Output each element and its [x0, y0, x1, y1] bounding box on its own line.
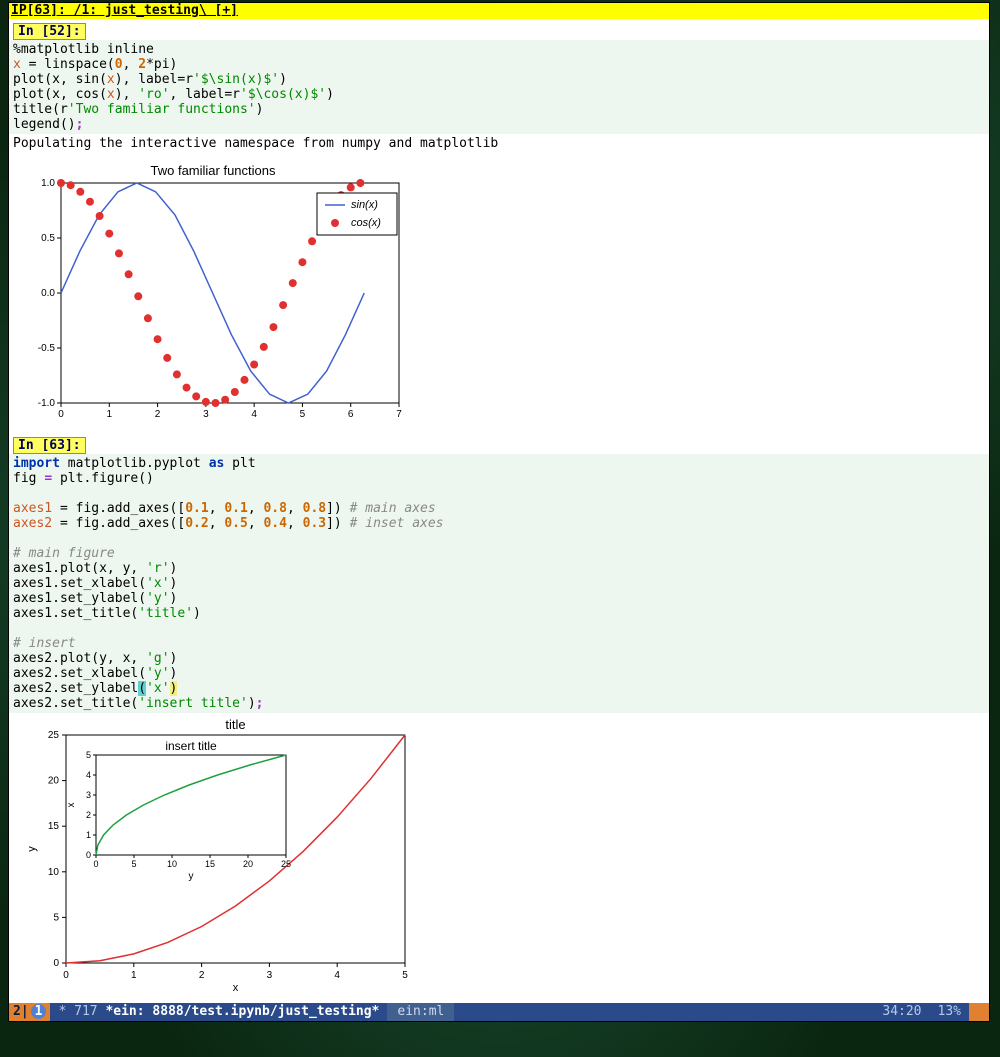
editor-frame: IP[63]: /1: just_testing\ [+] In [52]: %… — [8, 2, 990, 1022]
svg-text:2: 2 — [86, 810, 91, 820]
svg-text:4: 4 — [334, 970, 340, 981]
svg-text:0: 0 — [93, 859, 98, 869]
window-title: IP[63]: /1: just_testing\ [+] — [9, 3, 989, 19]
svg-text:10: 10 — [167, 859, 177, 869]
svg-text:3: 3 — [86, 790, 91, 800]
chart-two-familiar-functions: Two familiar functions 0 1 2 3 4 5 6 7 -1.0 -0.5 0.… — [19, 163, 407, 423]
svg-text:-1.0: -1.0 — [38, 398, 56, 409]
svg-text:15: 15 — [205, 859, 215, 869]
svg-text:1: 1 — [86, 830, 91, 840]
modeline-badge: 2|1 — [9, 1003, 50, 1021]
svg-text:0: 0 — [58, 409, 64, 420]
svg-text:0: 0 — [86, 850, 91, 860]
cell-prompt-52[interactable]: In [52]: — [13, 23, 86, 40]
cell-output-52: Populating the interactive namespace fro… — [9, 134, 989, 153]
svg-text:sin(x): sin(x) — [351, 199, 378, 211]
cursor: ( — [138, 681, 146, 696]
svg-text:5: 5 — [131, 859, 136, 869]
major-mode: ein:ml — [387, 1003, 454, 1021]
cursor-position: 34:20 — [874, 1003, 929, 1021]
svg-text:0: 0 — [53, 958, 59, 969]
svg-text:insert title: insert title — [165, 739, 217, 753]
cell-code-52[interactable]: %matplotlib inline x = linspace(0, 2*pi)… — [9, 40, 989, 134]
svg-text:-0.5: -0.5 — [38, 343, 56, 354]
chart-svg: Two familiar functions 0 1 2 3 4 5 6 7 -1.0 -0.5 0.… — [19, 163, 407, 423]
svg-text:15: 15 — [48, 821, 60, 832]
svg-text:3: 3 — [203, 409, 209, 420]
svg-text:cos(x): cos(x) — [351, 217, 381, 229]
svg-text:20: 20 — [243, 859, 253, 869]
code-line: %matplotlib inline — [13, 42, 154, 57]
chart-svg-2: title012345x0510152025yinsert title05101… — [21, 717, 419, 995]
svg-text:10: 10 — [48, 867, 60, 878]
svg-text:2: 2 — [199, 970, 205, 981]
svg-text:Two familiar functions: Two familiar functions — [151, 163, 276, 178]
chart-title-inset: title012345x0510152025yinsert title05101… — [21, 717, 419, 995]
svg-text:5: 5 — [300, 409, 306, 420]
svg-text:x: x — [233, 982, 239, 994]
svg-text:0.0: 0.0 — [41, 288, 55, 299]
buffer-name: *ein: 8888/test.ipynb/just_testing* — [105, 1004, 379, 1019]
svg-text:4: 4 — [251, 409, 257, 420]
svg-text:0: 0 — [63, 970, 69, 981]
svg-text:25: 25 — [281, 859, 291, 869]
cell-code-63[interactable]: import matplotlib.pyplot as plt fig = pl… — [9, 454, 989, 713]
svg-text:5: 5 — [53, 912, 59, 923]
scroll-percent: 13% — [930, 1003, 969, 1021]
svg-text:5: 5 — [86, 750, 91, 760]
svg-text:5: 5 — [402, 970, 408, 981]
svg-text:title: title — [225, 717, 245, 732]
svg-text:y: y — [189, 871, 194, 882]
svg-text:1: 1 — [107, 409, 113, 420]
svg-text:6: 6 — [348, 409, 354, 420]
modeline-tail — [969, 1003, 989, 1021]
svg-text:4: 4 — [86, 770, 91, 780]
modeline: 2|1 * 717 *ein: 8888/test.ipynb/just_tes… — [9, 1003, 989, 1021]
svg-text:x: x — [66, 803, 77, 808]
svg-text:2: 2 — [155, 409, 161, 420]
svg-text:1: 1 — [131, 970, 137, 981]
svg-text:1.0: 1.0 — [41, 178, 55, 189]
svg-text:0.5: 0.5 — [41, 233, 55, 244]
svg-text:20: 20 — [48, 776, 60, 787]
svg-text:y: y — [26, 846, 38, 852]
svg-text:25: 25 — [48, 730, 60, 741]
svg-text:3: 3 — [267, 970, 273, 981]
svg-text:7: 7 — [396, 409, 402, 420]
cell-prompt-63[interactable]: In [63]: — [13, 437, 86, 454]
